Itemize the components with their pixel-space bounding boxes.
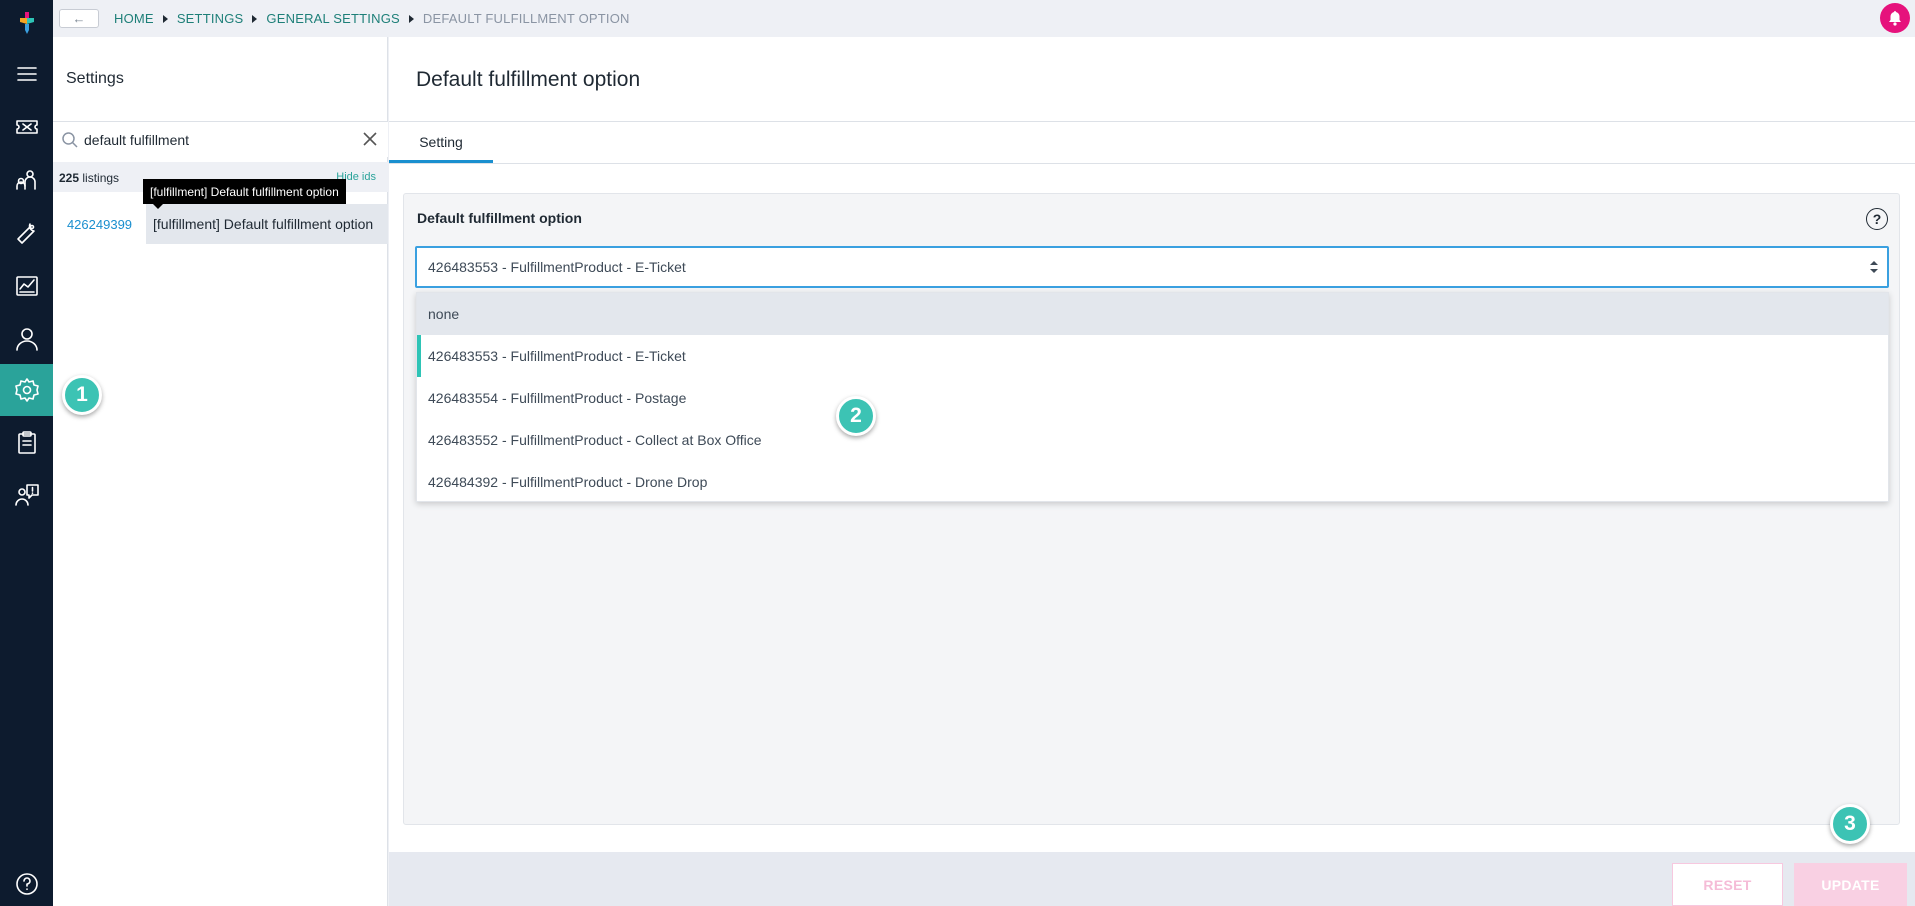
result-label[interactable]: [fulfillment] Default fulfillment option: [146, 204, 388, 244]
notification-bell-icon[interactable]: [1880, 3, 1910, 33]
breadcrumb: HOME SETTINGS GENERAL SETTINGS DEFAULT F…: [114, 11, 630, 26]
back-button[interactable]: ←: [59, 9, 99, 28]
select-value: 426483553 - FulfillmentProduct - E-Ticke…: [428, 259, 686, 275]
option-none[interactable]: none: [417, 293, 1888, 335]
option-e-ticket[interactable]: 426483553 - FulfillmentProduct - E-Ticke…: [417, 335, 1888, 377]
tools-icon[interactable]: [0, 207, 53, 259]
settings-sidebar: Settings 225 listings Hide ids 426249399…: [53, 37, 388, 906]
breadcrumb-home[interactable]: HOME: [114, 11, 154, 26]
breadcrumb-general-settings[interactable]: GENERAL SETTINGS: [266, 11, 399, 26]
action-footer: RESET UPDATE: [389, 852, 1915, 906]
arrow-left-icon: ←: [72, 11, 86, 26]
select-caret-icon: [1870, 261, 1878, 273]
divider: [389, 163, 1915, 164]
field-label: Default fulfillment option: [417, 210, 582, 226]
ticket-icon[interactable]: [0, 101, 53, 153]
breadcrumb-settings[interactable]: SETTINGS: [177, 11, 244, 26]
step-marker-1: 1: [62, 375, 102, 415]
help-circle-icon[interactable]: [0, 858, 53, 906]
step-marker-3: 3: [1830, 804, 1870, 844]
support-icon[interactable]: [0, 469, 53, 521]
audience-icon[interactable]: [0, 154, 53, 206]
main-panel: Default fulfillment option Setting Defau…: [389, 37, 1915, 852]
clear-search-icon[interactable]: [362, 131, 378, 147]
option-drone-drop[interactable]: 426484392 - FulfillmentProduct - Drone D…: [417, 461, 1888, 503]
tooltip: [fulfillment] Default fulfillment option: [143, 179, 346, 209]
listings-count: 225 listings: [59, 171, 119, 185]
result-id[interactable]: 426249399: [53, 204, 146, 244]
settings-icon[interactable]: [0, 364, 53, 416]
page-title: Default fulfillment option: [416, 68, 641, 91]
sidebar-title: Settings: [66, 70, 124, 87]
caret-right-icon: [162, 14, 168, 23]
search-icon: [61, 131, 79, 149]
setting-card: Default fulfillment option ? 426483553 -…: [403, 193, 1900, 825]
clipboard-icon[interactable]: [0, 416, 53, 468]
caret-right-icon: [252, 14, 258, 23]
tab-setting[interactable]: Setting: [389, 123, 493, 163]
fulfillment-select[interactable]: 426483553 - FulfillmentProduct - E-Ticke…: [415, 246, 1889, 288]
search-input[interactable]: [84, 130, 344, 150]
nav-rail: [0, 0, 53, 906]
logo-icon[interactable]: [14, 10, 40, 36]
listings-number: 225: [59, 171, 80, 185]
menu-icon[interactable]: [0, 48, 53, 100]
options-dropdown: none 426483553 - FulfillmentProduct - E-…: [416, 292, 1889, 502]
caret-right-icon: [408, 14, 414, 23]
reset-button[interactable]: RESET: [1672, 863, 1783, 906]
settings-search: [53, 122, 388, 157]
option-postage[interactable]: 426483554 - FulfillmentProduct - Postage: [417, 377, 1888, 419]
divider: [389, 121, 1915, 122]
listings-label: listings: [82, 171, 120, 185]
reports-icon[interactable]: [0, 260, 53, 312]
top-bar: ← HOME SETTINGS GENERAL SETTINGS DEFAULT…: [53, 0, 1915, 37]
update-button[interactable]: UPDATE: [1794, 863, 1907, 906]
help-icon[interactable]: ?: [1866, 208, 1888, 230]
option-collect-box-office[interactable]: 426483552 - FulfillmentProduct - Collect…: [417, 419, 1888, 461]
step-marker-2: 2: [836, 396, 876, 436]
user-icon[interactable]: [0, 313, 53, 365]
list-item[interactable]: 426249399 [fulfillment] Default fulfillm…: [53, 204, 388, 244]
breadcrumb-current: DEFAULT FULFILLMENT OPTION: [422, 11, 630, 26]
